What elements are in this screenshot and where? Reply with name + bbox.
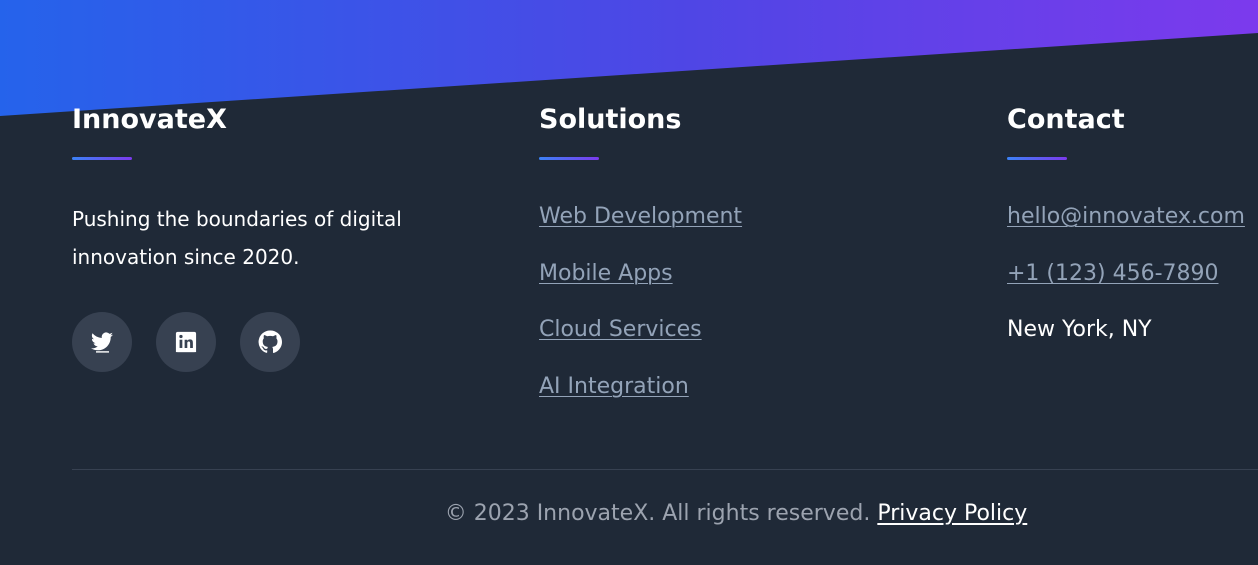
brand-description: Pushing the boundaries of digital innova… [72, 207, 402, 269]
brand-title: InnovateX [72, 104, 227, 135]
list-item: Mobile Apps [539, 259, 839, 316]
list-item: Cloud Services [539, 315, 839, 372]
linkedin-button[interactable] [156, 312, 216, 372]
github-icon [258, 330, 282, 354]
footer-divider [72, 469, 1258, 470]
title-underline [539, 157, 599, 160]
solutions-list: Web Development Mobile Apps Cloud Servic… [539, 202, 839, 428]
contact-list: hello@innovatex.com +1 (123) 456-7890 Ne… [1007, 202, 1258, 372]
contact-title: Contact [1007, 104, 1125, 135]
twitter-button[interactable] [72, 312, 132, 372]
list-item: AI Integration [539, 372, 839, 429]
location-text: New York, NY [1007, 317, 1152, 342]
list-item: New York, NY [1007, 315, 1258, 372]
brand-column: InnovateX Pushing the boundaries of digi… [72, 102, 452, 372]
title-underline [1007, 157, 1067, 160]
list-item: hello@innovatex.com [1007, 202, 1258, 259]
mobile-apps-link[interactable]: Mobile Apps [539, 261, 673, 286]
solutions-title: Solutions [539, 104, 682, 135]
site-footer: InnovateX Pushing the boundaries of digi… [0, 0, 1258, 565]
phone-link[interactable]: +1 (123) 456-7890 [1007, 261, 1219, 286]
ai-integration-link[interactable]: AI Integration [539, 374, 689, 399]
solutions-column: Solutions Web Development Mobile Apps Cl… [539, 102, 839, 428]
twitter-icon [90, 330, 114, 354]
title-underline [72, 157, 132, 160]
list-item: +1 (123) 456-7890 [1007, 259, 1258, 316]
copyright-text: © 2023 InnovateX. All rights reserved. [444, 501, 871, 526]
list-item: Web Development [539, 202, 839, 259]
linkedin-icon [175, 331, 197, 353]
github-button[interactable] [240, 312, 300, 372]
contact-column: Contact hello@innovatex.com +1 (123) 456… [1007, 102, 1258, 372]
privacy-policy-link[interactable]: Privacy Policy [877, 501, 1027, 526]
footer-bottom-bar: © 2023 InnovateX. All rights reserved. P… [0, 499, 1258, 529]
social-links [72, 312, 452, 372]
web-development-link[interactable]: Web Development [539, 204, 742, 229]
email-link[interactable]: hello@innovatex.com [1007, 204, 1245, 229]
gradient-banner [0, 0, 1258, 116]
cloud-services-link[interactable]: Cloud Services [539, 317, 702, 342]
